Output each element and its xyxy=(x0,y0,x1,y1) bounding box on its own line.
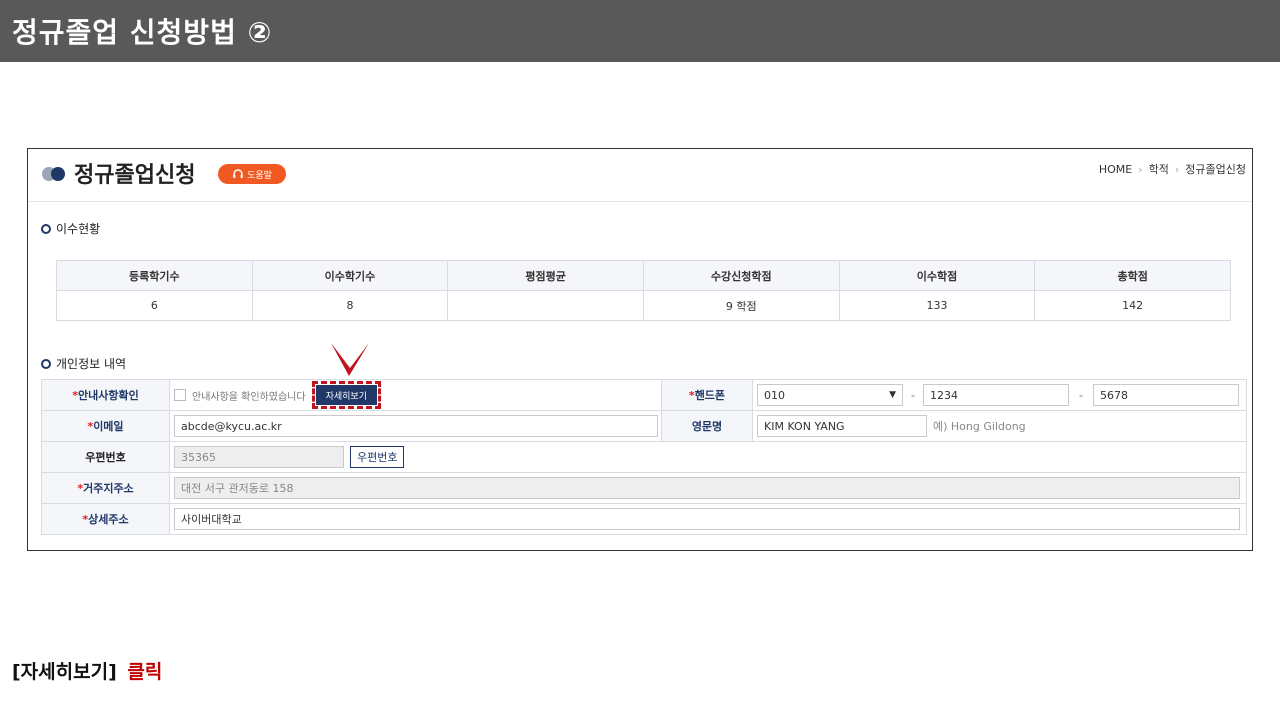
breadcrumb: HOME › 학적 › 정규졸업신청 xyxy=(1099,161,1246,177)
phone-last-input[interactable]: 5678 xyxy=(1093,384,1239,406)
detail-button-highlight: 자세히보기 xyxy=(311,381,381,409)
label-email: *이메일 xyxy=(41,410,170,442)
label-zip: 우편번호 xyxy=(41,441,170,473)
section-completion: 이수현황 xyxy=(41,220,100,237)
phone-dash: - xyxy=(1079,388,1083,402)
label-address: *거주지주소 xyxy=(41,472,170,504)
slide-caption: [자세히보기] 클릭 xyxy=(12,657,162,684)
section-personal-title: 개인정보 내역 xyxy=(56,357,127,371)
notice-text: 안내사항을 확인하였습니다 xyxy=(192,391,306,403)
header-completed-semesters: 이수학기수 xyxy=(251,260,449,291)
phone-dash: - xyxy=(911,388,915,402)
label-detail-address: *상세주소 xyxy=(41,503,170,535)
caption-button-name: [자세히보기] xyxy=(12,661,117,683)
address-input: 대전 서구 관저동로 158 xyxy=(174,477,1240,499)
ring-bullet-icon xyxy=(41,223,51,234)
value-completed-semesters: 8 xyxy=(251,290,449,321)
row-email-name: *이메일 abcde@kycu.ac.kr 영문명 KIM KON YANG 예… xyxy=(41,410,1247,442)
value-gpa xyxy=(447,290,644,321)
breadcrumb-academic[interactable]: 학적 xyxy=(1149,161,1169,177)
english-name-input[interactable]: KIM KON YANG xyxy=(757,415,927,437)
table-header-row: 등록학기수 이수학기수 평점평균 수강신청학점 이수학점 총학점 xyxy=(56,260,1231,291)
section-completion-title: 이수현황 xyxy=(56,222,101,236)
caption-action: 클릭 xyxy=(127,661,163,683)
chevron-right-icon: › xyxy=(1174,162,1180,176)
label-notice: *안내사항확인 xyxy=(41,379,170,411)
header-total-credits: 총학점 xyxy=(1034,260,1231,291)
phone-prefix-select[interactable]: 010 ▼ xyxy=(757,384,903,406)
value-earned-credits: 133 xyxy=(838,290,1036,321)
value-enrolled-credits: 9 학점 xyxy=(642,290,840,321)
section-personal: 개인정보 내역 xyxy=(41,355,126,372)
email-input[interactable]: abcde@kycu.ac.kr xyxy=(174,415,658,437)
label-english-name: 영문명 xyxy=(661,410,753,442)
logo-dots-icon xyxy=(42,167,66,181)
divider xyxy=(28,201,1252,202)
header-registered-semesters: 등록학기수 xyxy=(56,260,253,291)
value-total-credits: 142 xyxy=(1034,290,1231,321)
row-zip: 우편번호 35365 우편번호 xyxy=(41,441,1247,473)
breadcrumb-home[interactable]: HOME xyxy=(1099,163,1132,176)
value-registered-semesters: 6 xyxy=(56,290,253,321)
zip-input: 35365 xyxy=(174,446,344,468)
help-label: 도움말 xyxy=(247,170,272,181)
detail-view-button[interactable]: 자세히보기 xyxy=(315,385,377,405)
header-earned-credits: 이수학점 xyxy=(838,260,1036,291)
chevron-right-icon: › xyxy=(1138,162,1143,176)
app-screenshot: 정규졸업신청 도움말 HOME › 학적 › 정규졸업신청 이수현황 등록학기수… xyxy=(27,148,1253,551)
page-title: 정규졸업신청 xyxy=(74,163,196,188)
label-phone: *핸드폰 xyxy=(661,379,753,411)
completion-table: 등록학기수 이수학기수 평점평균 수강신청학점 이수학점 총학점 6 8 9 학… xyxy=(56,260,1231,321)
row-detail-address: *상세주소 사이버대학교 xyxy=(41,503,1247,535)
phone-mid-input[interactable]: 1234 xyxy=(923,384,1069,406)
ring-bullet-icon xyxy=(41,358,51,369)
header-enrolled-credits: 수강신청학점 xyxy=(642,260,840,291)
detail-address-input[interactable]: 사이버대학교 xyxy=(174,508,1240,530)
table-row: 6 8 9 학점 133 142 xyxy=(56,290,1231,321)
zip-search-button[interactable]: 우편번호 xyxy=(350,446,405,468)
personal-info-table: *안내사항확인 안내사항을 확인하였습니다 자세히보기 *핸드폰 010 ▼ -… xyxy=(41,379,1247,535)
slide-title: 정규졸업 신청방법 ② xyxy=(12,16,273,49)
row-notice-phone: *안내사항확인 안내사항을 확인하였습니다 자세히보기 *핸드폰 010 ▼ -… xyxy=(41,379,1247,411)
pointer-arrow-icon xyxy=(331,343,369,376)
notice-checkbox[interactable] xyxy=(174,389,186,401)
row-address: *거주지주소 대전 서구 관저동로 158 xyxy=(41,472,1247,504)
help-button[interactable]: 도움말 xyxy=(218,164,286,184)
header-gpa: 평점평균 xyxy=(447,260,644,291)
slide-header: 정규졸업 신청방법 ② xyxy=(0,0,1280,62)
english-name-hint: 예) Hong Gildong xyxy=(933,420,1026,433)
breadcrumb-current: 정규졸업신청 xyxy=(1185,163,1246,176)
headset-icon xyxy=(233,169,243,178)
chevron-down-icon: ▼ xyxy=(889,390,896,400)
